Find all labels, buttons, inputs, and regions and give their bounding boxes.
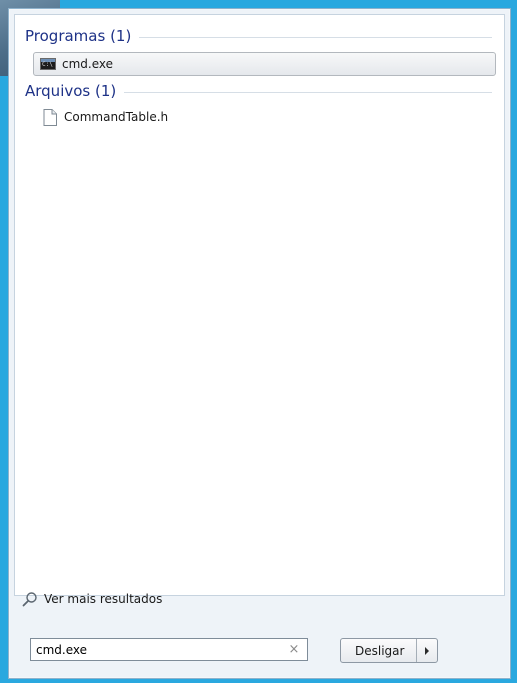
file-icon bbox=[43, 108, 57, 126]
search-input[interactable] bbox=[31, 640, 285, 659]
see-more-results-link[interactable]: Ver mais resultados bbox=[22, 589, 162, 609]
cmd-icon bbox=[40, 58, 56, 70]
clear-search-icon[interactable]: × bbox=[285, 642, 303, 657]
file-result-label: CommandTable.h bbox=[64, 110, 169, 124]
shutdown-button-group: Desligar bbox=[340, 638, 439, 663]
programs-group-divider bbox=[139, 36, 492, 38]
see-more-results-label: Ver mais resultados bbox=[44, 592, 163, 606]
files-group-divider bbox=[124, 91, 492, 93]
search-results-pane: Programas (1) cmd.exe Arquivos (1) Comma… bbox=[14, 14, 505, 596]
file-result-commandtable[interactable]: CommandTable.h bbox=[33, 106, 496, 128]
program-result-label: cmd.exe bbox=[62, 57, 114, 71]
files-group-title: Arquivos (1) bbox=[25, 82, 117, 100]
program-result-cmd[interactable]: cmd.exe bbox=[33, 52, 496, 76]
shutdown-button[interactable]: Desligar bbox=[341, 639, 418, 662]
chevron-right-icon bbox=[425, 646, 430, 655]
programs-group-title: Programas (1) bbox=[25, 27, 132, 45]
search-icon bbox=[22, 592, 37, 607]
shutdown-options-button[interactable] bbox=[417, 639, 437, 662]
start-search-box[interactable]: × bbox=[30, 638, 308, 661]
files-group-header[interactable]: Arquivos (1) bbox=[25, 80, 492, 102]
shutdown-label: Desligar bbox=[355, 643, 405, 658]
programs-group-header[interactable]: Programas (1) bbox=[25, 25, 492, 47]
